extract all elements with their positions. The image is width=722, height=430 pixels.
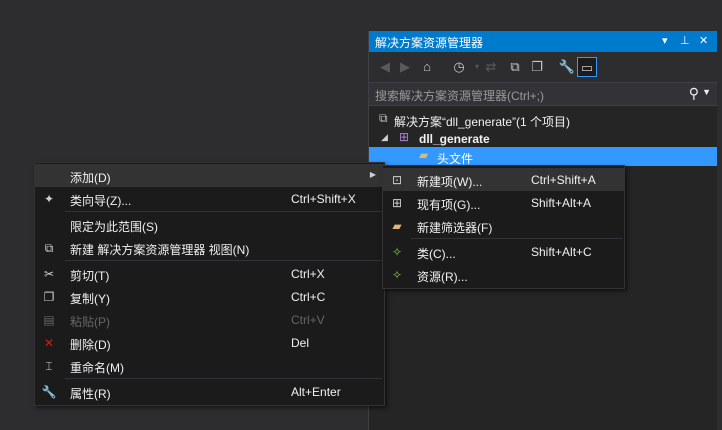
wrench-icon: 🔧 bbox=[41, 385, 57, 399]
menu-item-shortcut: Alt+Enter bbox=[291, 385, 341, 399]
rename-icon: ⌶ bbox=[45, 359, 53, 373]
menu-item-cut[interactable]: ✂ 剪切(T) Ctrl+X bbox=[35, 262, 384, 285]
history-icon[interactable]: ◷ bbox=[449, 57, 469, 77]
menu-item-shortcut: Shift+Alt+A bbox=[531, 196, 592, 210]
menu-item-shortcut: Del bbox=[291, 336, 310, 350]
menu-item-shortcut: Ctrl+C bbox=[291, 290, 326, 304]
collapse-all-icon[interactable]: ⧉ bbox=[505, 57, 525, 77]
cpp-project-icon: ⊞ bbox=[399, 130, 410, 144]
menu-item-add[interactable]: 添加(D) ▶ bbox=[35, 164, 384, 187]
submenu-item-existing-item[interactable]: ⊞ 现有项(G)... Shift+Alt+A bbox=[383, 191, 624, 214]
menu-item-label: 限定为此范围(S) bbox=[70, 220, 158, 234]
menu-separator bbox=[65, 260, 382, 261]
menu-separator bbox=[411, 238, 622, 239]
filter-folder-icon: ▰ bbox=[419, 148, 429, 162]
submenu-item-new-filter[interactable]: ▰ 新建筛选器(F) bbox=[383, 214, 624, 237]
menu-item-label: 现有项(G)... bbox=[417, 198, 481, 212]
menu-item-rename[interactable]: ⌶ 重命名(M) bbox=[35, 354, 384, 377]
menu-separator bbox=[65, 378, 382, 379]
pin-icon[interactable]: ⊥ bbox=[680, 34, 690, 47]
preview-selected-items-icon[interactable]: ▭ bbox=[577, 57, 597, 77]
menu-item-properties[interactable]: 🔧 属性(R) Alt+Enter bbox=[35, 380, 384, 403]
submenu-arrow-icon: ▶ bbox=[369, 170, 376, 179]
menu-item-label: 新建筛选器(F) bbox=[417, 221, 493, 235]
scissors-icon: ✂ bbox=[43, 267, 55, 281]
expand-toggle-icon[interactable]: ◢ bbox=[381, 132, 388, 143]
show-all-files-icon[interactable]: ❐ bbox=[527, 57, 547, 77]
search-icon[interactable]: ⚲ bbox=[689, 85, 699, 102]
solution-icon: ⧉ bbox=[379, 111, 388, 125]
context-menu: 添加(D) ▶ ✦ 类向导(Z)... Ctrl+Shift+X 限定为此范围(… bbox=[34, 162, 385, 406]
menu-item-scope-to-this[interactable]: 限定为此范围(S) bbox=[35, 213, 384, 236]
menu-item-delete[interactable]: ✕ 删除(D) Del bbox=[35, 331, 384, 354]
existing-item-icon: ⊞ bbox=[391, 196, 403, 210]
menu-item-label: 添加(D) bbox=[70, 171, 111, 185]
menu-separator bbox=[65, 211, 382, 212]
submenu-item-class[interactable]: ✧ 类(C)... Shift+Alt+C bbox=[383, 240, 624, 263]
menu-item-label: 删除(D) bbox=[70, 338, 111, 352]
menu-item-shortcut: Shift+Alt+C bbox=[531, 245, 592, 259]
delete-x-icon: ✕ bbox=[43, 336, 55, 350]
search-options-dropdown-icon[interactable]: ▼ bbox=[702, 87, 711, 97]
tree-item-project[interactable]: ◢ ⊞ dll_generate bbox=[369, 129, 717, 148]
menu-item-label: 剪切(T) bbox=[70, 269, 110, 283]
solution-explorer-toolbar: ◀ ▶ ⌂ ◷ ▾ ⇄ ⧉ ❐ 🔧 ▭ bbox=[369, 52, 717, 82]
menu-item-copy[interactable]: ❐ 复制(Y) Ctrl+C bbox=[35, 285, 384, 308]
menu-item-shortcut: Ctrl+V bbox=[291, 313, 325, 327]
menu-item-label: 类(C)... bbox=[417, 247, 456, 261]
menu-item-shortcut: Ctrl+Shift+A bbox=[531, 173, 596, 187]
menu-item-label: 类向导(Z)... bbox=[70, 194, 132, 208]
search-placeholder: 搜索解决方案资源管理器(Ctrl+;) bbox=[375, 89, 544, 103]
solution-explorer-title: 解决方案资源管理器 bbox=[375, 36, 484, 50]
close-icon[interactable]: ✕ bbox=[699, 34, 708, 47]
new-filter-folder-icon: ▰ bbox=[392, 219, 402, 233]
menu-item-label: 复制(Y) bbox=[70, 292, 110, 306]
new-item-icon: ⊡ bbox=[391, 173, 403, 187]
menu-item-paste[interactable]: ▤ 粘贴(P) Ctrl+V bbox=[35, 308, 384, 331]
menu-item-label: 新建项(W)... bbox=[417, 175, 483, 189]
menu-item-label: 粘贴(P) bbox=[70, 315, 110, 329]
tree-item-header-files[interactable]: ▰ 头文件 bbox=[369, 147, 717, 166]
solution-explorer-search[interactable]: 搜索解决方案资源管理器(Ctrl+;) ⚲ ▼ bbox=[369, 82, 717, 106]
forward-icon[interactable]: ▶ bbox=[395, 57, 415, 77]
class-icon: ✧ bbox=[391, 245, 403, 259]
paste-clipboard-icon: ▤ bbox=[43, 313, 55, 327]
new-view-icon: ⧉ bbox=[44, 241, 54, 255]
sync-icon[interactable]: ⇄ bbox=[481, 57, 501, 77]
tree-item-solution[interactable]: ⧉ 解决方案“dll_generate”(1 个项目) bbox=[369, 110, 717, 129]
submenu-item-resource[interactable]: ✧ 资源(R)... bbox=[383, 263, 624, 286]
add-submenu: ⊡ 新建项(W)... Ctrl+Shift+A ⊞ 现有项(G)... Shi… bbox=[382, 165, 625, 289]
back-icon[interactable]: ◀ bbox=[375, 57, 395, 77]
menu-item-label: 重命名(M) bbox=[70, 361, 124, 375]
properties-wrench-icon[interactable]: 🔧 bbox=[557, 57, 577, 77]
menu-item-label: 属性(R) bbox=[70, 387, 111, 401]
menu-item-shortcut: Ctrl+X bbox=[291, 267, 325, 281]
class-wizard-icon: ✦ bbox=[43, 192, 55, 206]
menu-item-label: 资源(R)... bbox=[417, 270, 468, 284]
menu-item-new-explorer-view[interactable]: ⧉ 新建 解决方案资源管理器 视图(N) bbox=[35, 236, 384, 259]
resource-icon: ✧ bbox=[391, 268, 403, 282]
copy-icon: ❐ bbox=[43, 290, 55, 304]
tree-item-label: 解决方案“dll_generate”(1 个项目) bbox=[394, 115, 571, 129]
tree-item-label: dll_generate bbox=[419, 132, 490, 146]
menu-item-label: 新建 解决方案资源管理器 视图(N) bbox=[70, 243, 250, 257]
submenu-item-new-item[interactable]: ⊡ 新建项(W)... Ctrl+Shift+A bbox=[383, 168, 624, 191]
window-position-dropdown-icon[interactable]: ▾ bbox=[662, 34, 668, 47]
menu-item-class-wizard[interactable]: ✦ 类向导(Z)... Ctrl+Shift+X bbox=[35, 187, 384, 210]
solution-explorer-title-bar: 解决方案资源管理器 ▾ ⊥ ✕ bbox=[369, 31, 717, 52]
menu-item-shortcut: Ctrl+Shift+X bbox=[291, 192, 356, 206]
home-icon[interactable]: ⌂ bbox=[417, 57, 437, 77]
